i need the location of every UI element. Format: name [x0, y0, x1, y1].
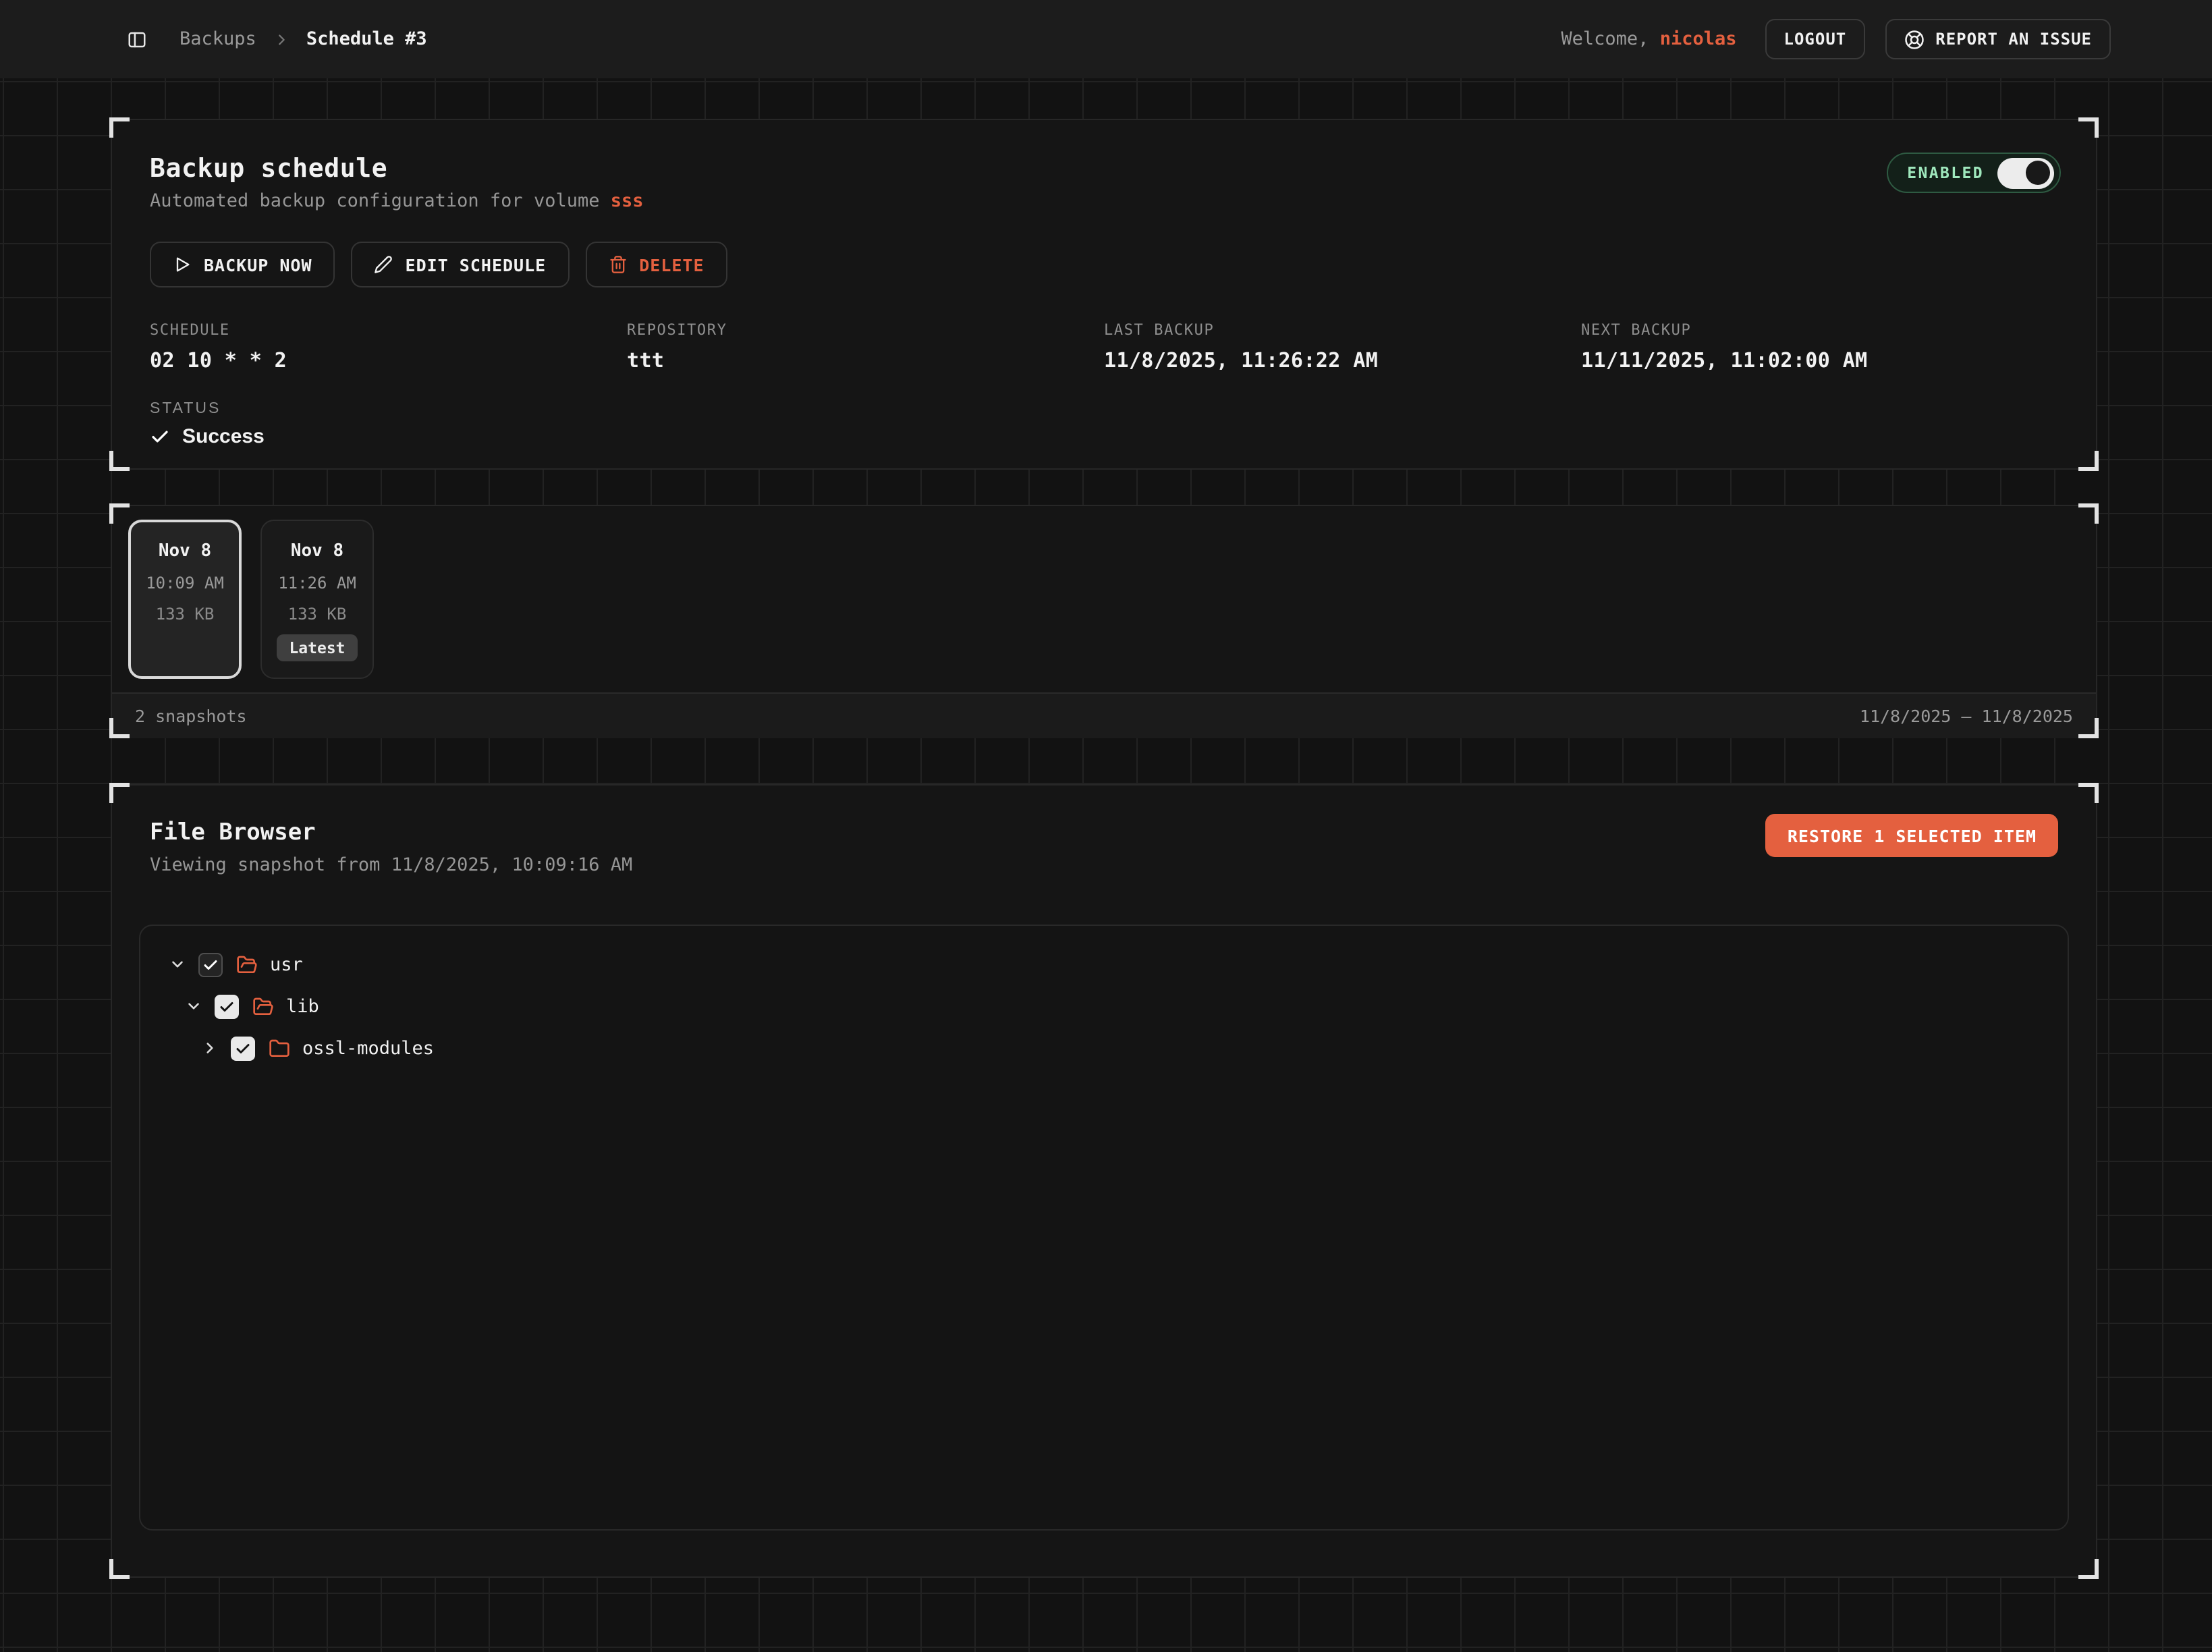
snapshot-time: 10:09 AM — [146, 574, 224, 593]
field-label: SCHEDULE — [150, 321, 627, 339]
status-text: Success — [182, 425, 265, 448]
snapshot-date-range: 11/8/2025 – 11/8/2025 — [1860, 706, 2073, 726]
folder-open-icon — [252, 995, 274, 1017]
checkbox-checked[interactable] — [198, 952, 223, 976]
snapshot-card[interactable]: Nov 8 11:26 AM 133 KB Latest — [260, 520, 374, 679]
tree-row-ossl-modules[interactable]: ossl-modules — [159, 1027, 2049, 1069]
restore-selected-button[interactable]: RESTORE 1 SELECTED ITEM — [1766, 814, 2058, 857]
life-buoy-icon — [1904, 29, 1925, 49]
file-browser-subtitle: Viewing snapshot from 11/8/2025, 10:09:1… — [150, 854, 2058, 876]
corner-bracket — [2078, 451, 2099, 471]
field-value: 02 10 * * 2 — [150, 348, 627, 373]
field-label: LAST BACKUP — [1104, 321, 1581, 339]
welcome-prefix: Welcome, — [1561, 28, 1649, 50]
edit-schedule-button[interactable]: EDIT SCHEDULE — [352, 242, 570, 287]
snapshot-card-selected[interactable]: Nov 8 10:09 AM 133 KB — [128, 520, 242, 679]
play-icon — [173, 255, 192, 274]
snapshot-time: 11:26 AM — [278, 574, 356, 593]
page: Backups Schedule #3 Welcome, nicolas LOG… — [0, 0, 2212, 1652]
snapshot-date: Nov 8 — [159, 541, 211, 561]
status-block: STATUS Success — [150, 401, 2058, 448]
field-next-backup: NEXT BACKUP 11/11/2025, 11:02:00 AM — [1581, 321, 2058, 373]
latest-badge: Latest — [277, 634, 357, 661]
pencil-icon — [375, 255, 393, 274]
enabled-label: ENABLED — [1907, 163, 1984, 182]
subtitle-prefix: Automated backup configuration for volum… — [150, 190, 611, 212]
snapshot-timeline-card: Nov 8 10:09 AM 133 KB Nov 8 11:26 AM 133… — [111, 505, 2097, 737]
field-schedule: SCHEDULE 02 10 * * 2 — [150, 321, 627, 373]
tree-item-label: usr — [270, 954, 303, 975]
tree-row-usr[interactable]: usr — [159, 943, 2049, 985]
backup-now-label: BACKUP NOW — [204, 254, 312, 275]
username: nicolas — [1660, 28, 1737, 50]
checkbox-checked[interactable] — [231, 1036, 255, 1060]
trash-icon — [608, 255, 627, 274]
chevron-down-icon[interactable] — [167, 955, 186, 974]
status-value: Success — [150, 425, 2058, 448]
delete-button[interactable]: DELETE — [585, 242, 727, 287]
corner-bracket — [2078, 783, 2099, 803]
field-value: 11/11/2025, 11:02:00 AM — [1581, 348, 2058, 373]
volume-name: sss — [611, 190, 644, 212]
tree-row-lib[interactable]: lib — [159, 985, 2049, 1027]
corner-bracket — [109, 451, 130, 471]
delete-label: DELETE — [639, 254, 704, 275]
breadcrumb-root[interactable]: Backups — [179, 28, 256, 50]
checkbox-checked[interactable] — [215, 994, 239, 1018]
card-subtitle: Automated backup configuration for volum… — [150, 190, 2058, 212]
logout-label: LOGOUT — [1784, 30, 1847, 49]
file-browser-card: File Browser Viewing snapshot from 11/8/… — [111, 784, 2097, 1578]
check-icon — [150, 426, 170, 447]
folder-icon — [269, 1037, 290, 1059]
chevron-right-icon[interactable] — [200, 1039, 219, 1057]
corner-bracket — [2078, 1559, 2099, 1579]
report-issue-label: REPORT AN ISSUE — [1935, 30, 2092, 49]
corner-bracket — [109, 117, 130, 138]
panel-left-icon — [127, 29, 147, 49]
breadcrumb-current: Schedule #3 — [306, 28, 427, 50]
corner-bracket — [2078, 117, 2099, 138]
field-repository: REPOSITORY ttt — [627, 321, 1104, 373]
snapshot-date: Nov 8 — [291, 541, 343, 561]
logout-button[interactable]: LOGOUT — [1765, 19, 1866, 59]
toggle-knob — [2026, 161, 2050, 185]
snapshot-footer: 2 snapshots 11/8/2025 – 11/8/2025 — [112, 692, 2096, 738]
snapshot-count: 2 snapshots — [135, 706, 247, 726]
backup-now-button[interactable]: BACKUP NOW — [150, 242, 335, 287]
field-last-backup: LAST BACKUP 11/8/2025, 11:26:22 AM — [1104, 321, 1581, 373]
edit-schedule-label: EDIT SCHEDULE — [406, 254, 547, 275]
top-bar: Backups Schedule #3 Welcome, nicolas LOG… — [0, 0, 2212, 78]
field-value: 11/8/2025, 11:26:22 AM — [1104, 348, 1581, 373]
corner-bracket — [109, 783, 130, 803]
field-label: NEXT BACKUP — [1581, 321, 2058, 339]
file-tree-panel: usr lib — [139, 925, 2069, 1531]
chevron-right-icon — [274, 32, 289, 47]
backup-schedule-card: Backup schedule Automated backup configu… — [111, 119, 2097, 470]
breadcrumb: Backups Schedule #3 — [179, 28, 427, 50]
status-label: STATUS — [150, 401, 2058, 417]
snapshot-size: 133 KB — [288, 605, 347, 624]
enabled-toggle[interactable]: ENABLED — [1887, 153, 2061, 193]
report-issue-button[interactable]: REPORT AN ISSUE — [1885, 19, 2111, 59]
toggle-switch[interactable] — [1997, 157, 2054, 188]
welcome-text: Welcome, nicolas — [1561, 28, 1736, 50]
field-label: REPOSITORY — [627, 321, 1104, 339]
card-title: Backup schedule — [150, 154, 2058, 184]
chevron-down-icon[interactable] — [184, 997, 202, 1016]
snapshot-size: 133 KB — [156, 605, 215, 624]
corner-bracket — [109, 1559, 130, 1579]
folder-open-icon — [236, 954, 258, 975]
sidebar-toggle-button[interactable] — [127, 29, 147, 49]
tree-item-label: ossl-modules — [302, 1037, 434, 1059]
tree-item-label: lib — [286, 995, 319, 1017]
field-value: ttt — [627, 348, 1104, 373]
